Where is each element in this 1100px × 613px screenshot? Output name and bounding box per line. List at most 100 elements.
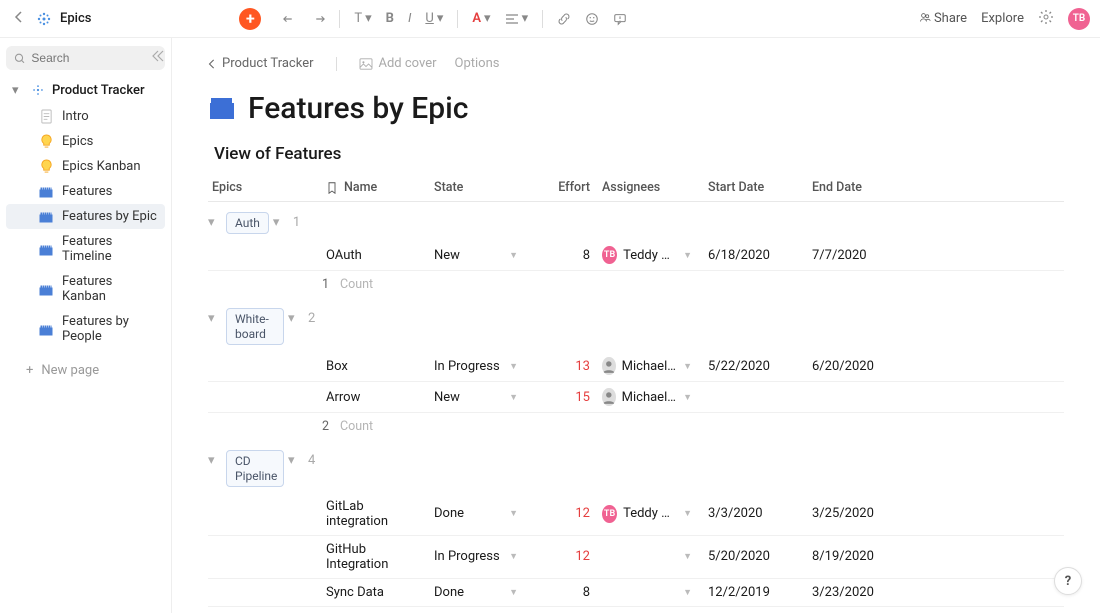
cell-name[interactable]: OAuth bbox=[322, 248, 430, 263]
chevron-down-icon: ▾ bbox=[12, 83, 24, 98]
search-input[interactable] bbox=[31, 51, 157, 65]
nav-root[interactable]: ▾ Product Tracker bbox=[6, 78, 165, 102]
cell-state[interactable]: In Progress▼ bbox=[430, 359, 528, 374]
cell-effort[interactable]: 13 bbox=[528, 359, 598, 374]
cell-start-date[interactable]: 5/20/2020 bbox=[704, 549, 808, 564]
cell-end-date[interactable]: 7/7/2020 bbox=[808, 248, 908, 263]
chevron-left-icon bbox=[208, 59, 216, 69]
group-collapse-button[interactable]: ▾ bbox=[208, 450, 226, 468]
add-button[interactable]: + bbox=[239, 8, 261, 30]
group-collapse-button[interactable]: ▾ bbox=[208, 308, 226, 326]
cell-effort[interactable]: 12 bbox=[528, 549, 598, 564]
cell-assignee[interactable]: TBTeddy Bear▼ bbox=[598, 246, 704, 264]
options-button[interactable]: Options bbox=[455, 56, 500, 71]
cell-state[interactable]: New▼ bbox=[430, 390, 528, 405]
cell-end-date[interactable]: 3/25/2020 bbox=[808, 506, 908, 521]
cell-assignee[interactable]: Michael Du…▼ bbox=[598, 388, 704, 406]
emoji-button[interactable] bbox=[581, 10, 603, 28]
sidebar-item[interactable]: Features by People bbox=[6, 309, 165, 349]
cell-assignee[interactable]: TBTeddy Bear▼ bbox=[598, 505, 704, 523]
breadcrumb-link[interactable]: Product Tracker bbox=[208, 56, 314, 71]
assignee-avatar: TB bbox=[602, 246, 617, 264]
align-button[interactable]: ▾ bbox=[501, 9, 533, 28]
sidebar-item[interactable]: Intro bbox=[6, 104, 165, 129]
add-cover-button[interactable]: Add cover bbox=[359, 56, 437, 71]
table-row[interactable]: BoxIn Progress▼13Michael Du…▼5/22/20206/… bbox=[208, 351, 1064, 382]
table-row[interactable]: GitLab integrationDone▼12TBTeddy Bear▼3/… bbox=[208, 493, 1064, 536]
cell-effort[interactable]: 15 bbox=[528, 390, 598, 405]
col-state[interactable]: State bbox=[430, 180, 528, 195]
search-box[interactable] bbox=[6, 46, 165, 70]
sidebar-item[interactable]: Features Kanban bbox=[6, 269, 165, 309]
col-effort[interactable]: Effort bbox=[528, 180, 598, 195]
group-menu-button[interactable]: ▾ bbox=[284, 450, 302, 471]
epic-tag[interactable]: White­board bbox=[226, 308, 284, 345]
col-assignees[interactable]: Assignees bbox=[598, 180, 704, 195]
col-epics[interactable]: Epics bbox=[208, 180, 322, 195]
cell-name[interactable]: Arrow bbox=[322, 390, 430, 405]
cell-start-date[interactable]: 5/22/2020 bbox=[704, 359, 808, 374]
cell-start-date[interactable]: 6/18/2020 bbox=[704, 248, 808, 263]
redo-button[interactable] bbox=[307, 10, 329, 28]
table-row[interactable]: OAuthNew▼8TBTeddy Bear▼6/18/20207/7/2020 bbox=[208, 240, 1064, 271]
sidebar-item[interactable]: Features Timeline bbox=[6, 229, 165, 269]
cell-state[interactable]: New▼ bbox=[430, 248, 528, 263]
cell-state[interactable]: Done▼ bbox=[430, 506, 528, 521]
table-row[interactable]: GitHub IntegrationIn Progress▼12▼5/20/20… bbox=[208, 536, 1064, 579]
assignee-avatar bbox=[602, 388, 616, 406]
share-button[interactable]: Share bbox=[919, 11, 967, 26]
text-style-button[interactable]: T ▾ bbox=[350, 9, 375, 28]
bold-button[interactable]: B bbox=[382, 9, 398, 28]
chevron-down-icon: ▼ bbox=[683, 250, 700, 261]
epic-tag[interactable]: CD Pipeline bbox=[226, 450, 284, 487]
cell-start-date[interactable]: 12/2/2019 bbox=[704, 585, 808, 600]
underline-button[interactable]: U ▾ bbox=[421, 9, 447, 28]
cell-name[interactable]: Box bbox=[322, 359, 430, 374]
cell-name[interactable]: GitHub Integration bbox=[322, 542, 430, 572]
cell-effort[interactable]: 8 bbox=[528, 248, 598, 263]
undo-button[interactable] bbox=[279, 10, 301, 28]
table-row[interactable]: CD pipelineNew▼7▼ bbox=[208, 607, 1064, 613]
explore-button[interactable]: Explore bbox=[981, 11, 1024, 26]
cell-end-date[interactable]: 6/20/2020 bbox=[808, 359, 908, 374]
link-button[interactable] bbox=[553, 10, 575, 28]
group-menu-button[interactable]: ▾ bbox=[269, 212, 287, 233]
col-end[interactable]: End Date bbox=[808, 180, 908, 195]
cell-state[interactable]: In Progress▼ bbox=[430, 549, 528, 564]
group-menu-button[interactable]: ▾ bbox=[284, 308, 302, 329]
chevron-down-icon: ▼ bbox=[683, 508, 700, 519]
cell-assignee[interactable]: Michael Du…▼ bbox=[598, 357, 704, 375]
cell-state[interactable]: Done▼ bbox=[430, 585, 528, 600]
col-name[interactable]: Name bbox=[322, 180, 430, 195]
settings-button[interactable] bbox=[1038, 9, 1054, 29]
sidebar-item[interactable]: Features by Epic bbox=[6, 204, 165, 229]
cell-assignee[interactable]: ▼ bbox=[598, 587, 704, 598]
group-collapse-button[interactable]: ▾ bbox=[208, 212, 226, 230]
cell-end-date[interactable]: 8/19/2020 bbox=[808, 549, 908, 564]
new-page-button[interactable]: + New page bbox=[6, 357, 165, 384]
cell-end-date[interactable]: 3/23/2020 bbox=[808, 585, 908, 600]
cell-name[interactable]: GitLab integration bbox=[322, 499, 430, 529]
doc-icon bbox=[38, 110, 54, 124]
sidebar-item[interactable]: Epics bbox=[6, 129, 165, 154]
sidebar-item[interactable]: Features bbox=[6, 179, 165, 204]
user-avatar[interactable]: TB bbox=[1068, 8, 1090, 30]
col-start[interactable]: Start Date bbox=[704, 180, 808, 195]
sidebar: ▾ Product Tracker IntroEpicsEpics Kanban… bbox=[0, 38, 172, 613]
cell-start-date[interactable]: 3/3/2020 bbox=[704, 506, 808, 521]
cell-name[interactable]: Sync Data bbox=[322, 585, 430, 600]
top-toolbar: Epics + T ▾ B I U ▾ A ▾ ▾ Share Explore … bbox=[0, 0, 1100, 38]
cell-assignee[interactable]: ▼ bbox=[598, 551, 704, 562]
help-button[interactable]: ? bbox=[1054, 567, 1082, 595]
cell-effort[interactable]: 12 bbox=[528, 506, 598, 521]
text-color-button[interactable]: A ▾ bbox=[468, 9, 494, 28]
cell-effort[interactable]: 8 bbox=[528, 585, 598, 600]
back-button[interactable] bbox=[10, 9, 28, 29]
table-row[interactable]: ArrowNew▼15Michael Du…▼ bbox=[208, 382, 1064, 413]
sidebar-item[interactable]: Epics Kanban bbox=[6, 154, 165, 179]
italic-button[interactable]: I bbox=[404, 9, 415, 28]
collapse-sidebar-button[interactable] bbox=[151, 50, 165, 66]
table-row[interactable]: Sync DataDone▼8▼12/2/20193/23/2020 bbox=[208, 579, 1064, 607]
epic-tag[interactable]: Auth bbox=[226, 212, 269, 234]
comment-button[interactable] bbox=[609, 10, 631, 28]
